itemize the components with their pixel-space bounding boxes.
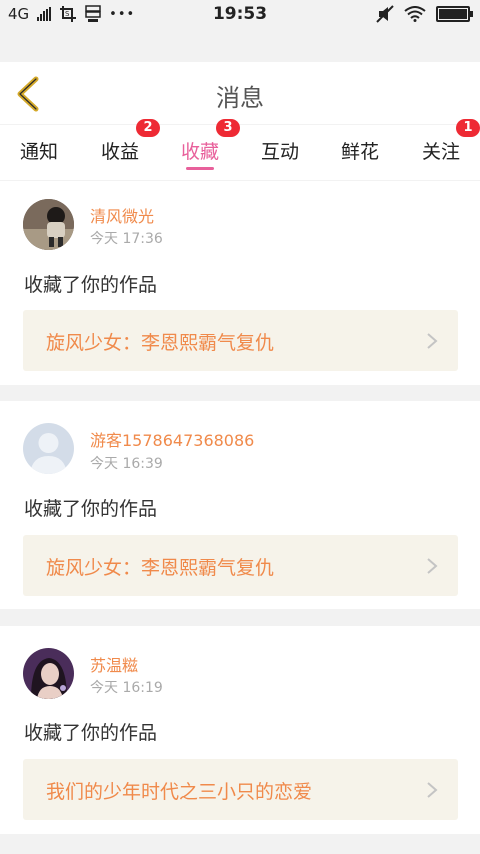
avatar[interactable] [23, 423, 74, 474]
message-text: 收藏了你的作品 [24, 274, 158, 296]
username[interactable]: 游客1578647368086 [90, 427, 254, 451]
status-right [376, 5, 473, 23]
chevron-right-icon [427, 558, 438, 574]
tab-interaction[interactable]: 互动 [261, 137, 299, 164]
chevron-right-icon [427, 333, 438, 349]
tab-earnings[interactable]: 收益 [101, 137, 139, 164]
chevron-right-icon [427, 782, 438, 798]
message-card: 游客1578647368086 今天 16:39 收藏了你的作品 旋风少女：李恩… [0, 401, 480, 609]
battery-icon [436, 6, 473, 22]
avatar-default-guest [23, 423, 74, 474]
header: 消息 [0, 62, 480, 124]
username[interactable]: 清风微光 [90, 203, 154, 227]
username[interactable]: 苏温糍 [90, 652, 138, 676]
avatar-photo-child [23, 199, 74, 250]
favorites-badge: 3 [216, 119, 240, 137]
page-title: 消息 [216, 84, 264, 112]
tab-favorites[interactable]: 收藏 [181, 137, 220, 170]
avatar-photo-girl [23, 648, 74, 699]
work-link[interactable]: 我们的少年时代之三小只的恋爱 [23, 759, 458, 820]
message-time: 今天 17:36 [90, 231, 163, 247]
work-link[interactable]: 旋风少女：李恩熙霸气复仇 [23, 310, 458, 371]
tab-label: 关注 [422, 141, 461, 163]
message-time: 今天 16:19 [90, 680, 163, 696]
tab-bar: 通知 收益 收藏 互动 鲜花 关注 [0, 125, 480, 180]
message-text: 收藏了你的作品 [24, 498, 158, 520]
tab-label: 收藏 [181, 141, 220, 163]
work-title: 旋风少女：李恩熙霸气复仇 [46, 332, 275, 354]
message-card: 苏温糍 今天 16:19 收藏了你的作品 我们的少年时代之三小只的恋爱 [0, 626, 480, 834]
work-title: 旋风少女：李恩熙霸气复仇 [46, 557, 275, 579]
tab-follow[interactable]: 关注 [422, 137, 460, 164]
tab-notice[interactable]: 通知 [20, 137, 58, 164]
work-title: 我们的少年时代之三小只的恋爱 [46, 781, 313, 803]
tab-label: 通知 [20, 141, 59, 163]
tab-label: 收益 [101, 141, 140, 163]
tab-label: 互动 [261, 141, 300, 163]
work-link[interactable]: 旋风少女：李恩熙霸气复仇 [23, 535, 458, 596]
wifi-icon [404, 6, 426, 22]
earnings-badge: 2 [136, 119, 160, 137]
tab-label: 鲜花 [341, 141, 380, 163]
message-text: 收藏了你的作品 [24, 722, 158, 744]
message-time: 今天 16:39 [90, 456, 163, 472]
avatar[interactable] [23, 199, 74, 250]
avatar[interactable] [23, 648, 74, 699]
active-tab-indicator [186, 167, 215, 170]
message-card: 清风微光 今天 17:36 收藏了你的作品 旋风少女：李恩熙霸气复仇 [0, 181, 480, 385]
tab-flowers[interactable]: 鲜花 [341, 137, 379, 164]
follow-badge: 1 [456, 119, 480, 137]
status-bar: 4G S ••• 19:53 [0, 0, 480, 30]
mute-icon [376, 5, 394, 23]
